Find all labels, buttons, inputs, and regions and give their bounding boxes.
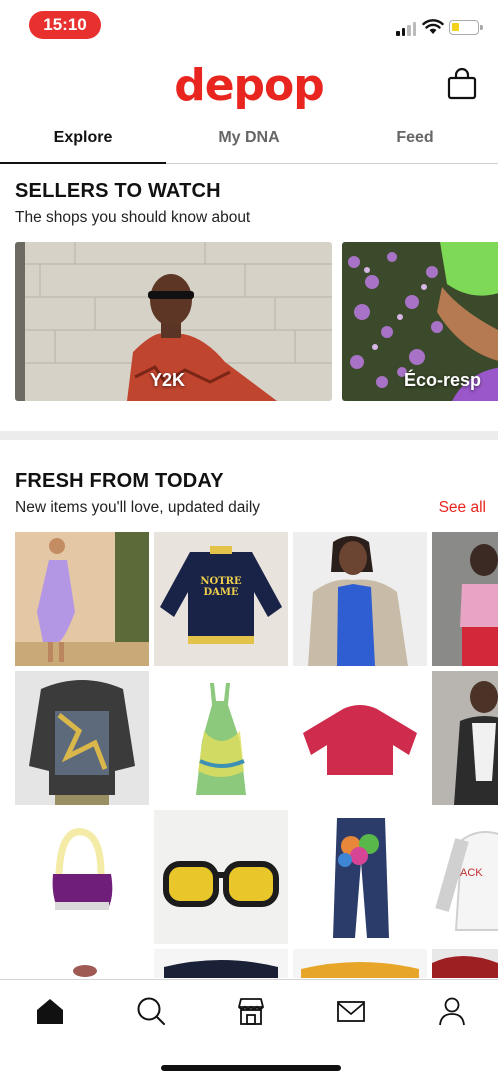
depop-logo[interactable]: depop bbox=[0, 60, 498, 111]
seller-card-label: Éco-resp bbox=[404, 370, 482, 390]
item-photo bbox=[15, 532, 149, 666]
sellers-carousel[interactable]: Y2K Éco-resp bbox=[15, 242, 498, 401]
profile-icon[interactable] bbox=[437, 996, 467, 1026]
item-tile[interactable] bbox=[15, 532, 149, 666]
app-header: depop bbox=[0, 52, 498, 118]
cellular-signal-icon bbox=[396, 22, 416, 36]
battery-icon bbox=[449, 20, 483, 35]
seller-card-eco[interactable]: Éco-resp bbox=[342, 242, 498, 401]
item-photo bbox=[432, 671, 498, 805]
home-indicator[interactable] bbox=[161, 1065, 341, 1071]
item-photo bbox=[154, 810, 288, 944]
item-tile[interactable] bbox=[293, 532, 427, 666]
search-icon[interactable] bbox=[136, 996, 166, 1026]
section-divider bbox=[0, 431, 498, 440]
item-tile[interactable] bbox=[293, 671, 427, 805]
shopping-bag-icon[interactable] bbox=[447, 68, 477, 100]
item-photo bbox=[293, 949, 427, 978]
item-photo bbox=[154, 532, 288, 666]
shop-icon[interactable] bbox=[236, 996, 266, 1026]
item-tile[interactable]: ACK bbox=[432, 810, 498, 944]
item-photo bbox=[293, 532, 427, 666]
item-tile[interactable] bbox=[154, 949, 288, 978]
explore-tabs: Explore My DNA Feed bbox=[0, 118, 498, 164]
item-tile[interactable] bbox=[15, 671, 149, 805]
sellers-section-title: SELLERS TO WATCH bbox=[15, 180, 221, 202]
tab-feed[interactable]: Feed bbox=[332, 118, 498, 163]
item-tile[interactable] bbox=[432, 532, 498, 666]
item-tile[interactable] bbox=[15, 810, 149, 944]
inbox-icon[interactable] bbox=[336, 996, 366, 1026]
item-tile[interactable] bbox=[293, 949, 427, 978]
item-photo bbox=[15, 810, 149, 944]
item-tile[interactable] bbox=[432, 671, 498, 805]
see-all-link[interactable]: See all bbox=[439, 499, 486, 517]
svg-text:ACK: ACK bbox=[460, 867, 483, 879]
item-tile[interactable] bbox=[154, 671, 288, 805]
seller-card-y2k[interactable]: Y2K bbox=[15, 242, 332, 401]
item-photo bbox=[154, 949, 288, 978]
status-bar: 15:10 bbox=[0, 0, 498, 52]
item-photo bbox=[432, 949, 498, 978]
item-tile[interactable] bbox=[432, 949, 498, 978]
item-tile[interactable] bbox=[293, 810, 427, 944]
item-photo bbox=[15, 671, 149, 805]
fresh-section-subtitle: New items you'll love, updated daily bbox=[15, 499, 261, 516]
fresh-section-title: FRESH FROM TODAY bbox=[15, 470, 224, 492]
wifi-icon bbox=[422, 19, 444, 34]
item-photo: ACK bbox=[432, 810, 498, 944]
tab-my-dna[interactable]: My DNA bbox=[166, 118, 332, 163]
item-photo bbox=[432, 532, 498, 666]
item-photo bbox=[15, 949, 149, 978]
item-tile[interactable]: NOTRE DAME bbox=[154, 532, 288, 666]
sellers-section-subtitle: The shops you should know about bbox=[15, 209, 251, 226]
seller-card-label: Y2K bbox=[150, 370, 186, 390]
tab-explore[interactable]: Explore bbox=[0, 118, 166, 164]
item-tile[interactable] bbox=[15, 949, 149, 978]
item-photo bbox=[154, 671, 288, 805]
fresh-items-grid: NOTRE DAME ACK bbox=[15, 532, 498, 978]
item-photo bbox=[293, 810, 427, 944]
jacket-text: NOTRE DAME bbox=[200, 576, 242, 598]
status-time: 15:10 bbox=[29, 11, 101, 39]
item-photo bbox=[293, 671, 427, 805]
item-tile[interactable] bbox=[154, 810, 288, 944]
home-icon[interactable] bbox=[35, 996, 65, 1026]
